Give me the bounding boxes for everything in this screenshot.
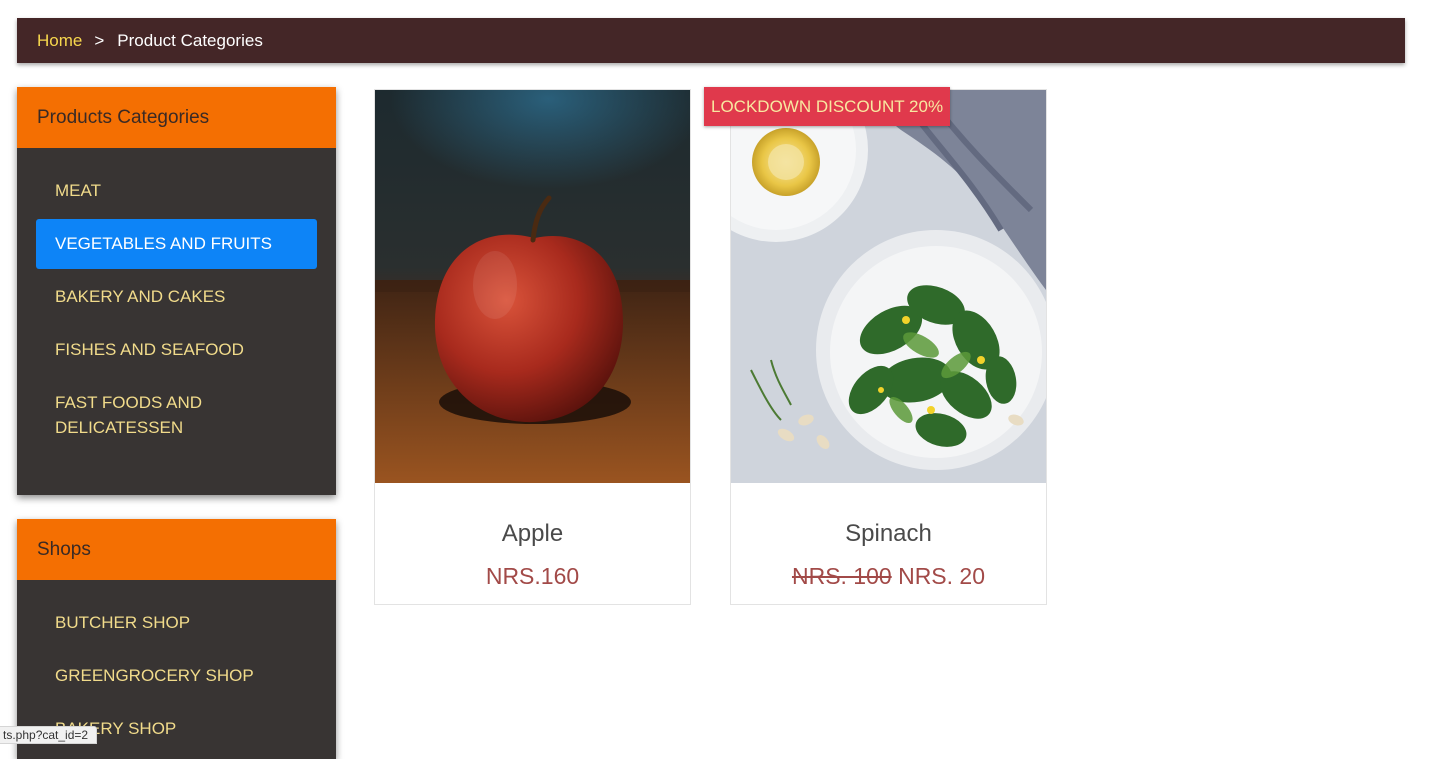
shops-panel-title: Shops [17,519,336,580]
product-price: NRS.160 [485,563,580,589]
old-price: NRS. 100 [791,563,892,589]
category-item-vegetables-and-fruits[interactable]: VEGETABLES AND FRUITS [36,219,317,269]
product-card-spinach[interactable]: Spinach NRS. 100 NRS. 20 [730,89,1047,605]
status-bar-url: ts.php?cat_id=2 [0,726,98,744]
shop-item-greengrocery[interactable]: GREENGROCERY SHOP [36,651,317,701]
breadcrumb-current: Product Categories [117,30,263,50]
category-item-bakery-and-cakes[interactable]: BAKERY AND CAKES [36,272,317,322]
new-price: NRS. 20 [898,563,986,589]
product-name[interactable]: Apple [375,520,690,548]
breadcrumb: Home > Product Categories [17,18,1405,63]
product-price: NRS. 100 NRS. 20 [731,563,1046,590]
breadcrumb-home-link[interactable]: Home [37,31,82,51]
category-item-fishes-and-seafood[interactable]: FISHES AND SEAFOOD [36,325,317,375]
spinach-salad-photo[interactable] [731,90,1046,483]
category-item-fast-foods-and-delicatessen[interactable]: FAST FOODS AND DELICATESSEN [36,378,317,453]
discount-badge: LOCKDOWN DISCOUNT 20% [704,87,951,126]
shops-panel: Shops BUTCHER SHOP GREENGROCERY SHOP BAK… [17,519,336,759]
product-name[interactable]: Spinach [731,520,1046,548]
categories-panel-title: Products Categories [17,87,336,148]
breadcrumb-separator: > [94,30,105,50]
categories-list: MEAT VEGETABLES AND FRUITS BAKERY AND CA… [17,148,336,453]
shop-item-butcher[interactable]: BUTCHER SHOP [36,598,317,648]
apple-photo[interactable] [375,90,690,483]
product-card-apple[interactable]: Apple NRS.160 [374,89,691,605]
categories-panel: Products Categories MEAT VEGETABLES AND … [17,87,336,495]
category-item-meat[interactable]: MEAT [36,166,317,216]
